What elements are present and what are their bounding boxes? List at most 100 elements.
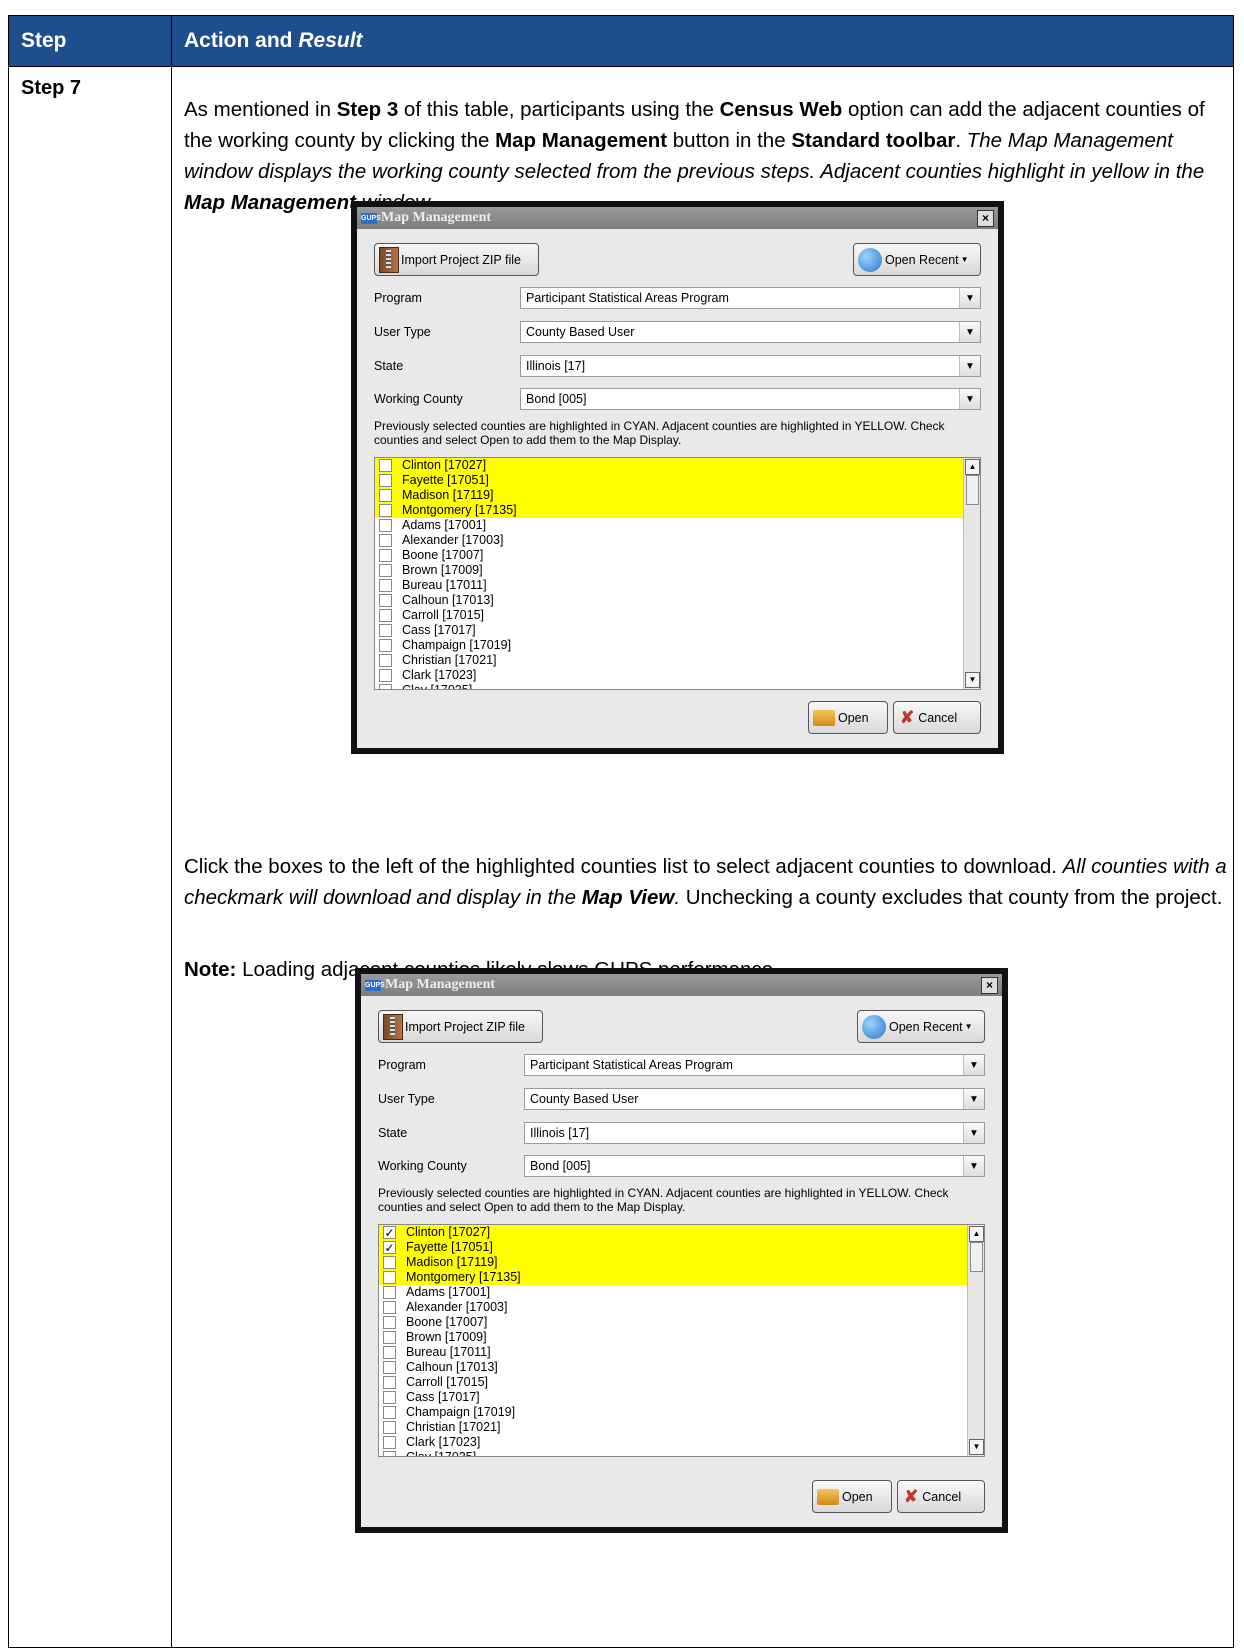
- county-checkbox[interactable]: [379, 489, 392, 502]
- county-checkbox[interactable]: [383, 1376, 396, 1389]
- cancel-button[interactable]: ✘ Cancel: [893, 701, 981, 734]
- county-checkbox[interactable]: [379, 639, 392, 652]
- county-list-item[interactable]: Carroll [17015]: [375, 608, 980, 623]
- county-list-item[interactable]: Adams [17001]: [375, 518, 980, 533]
- import-zip-button[interactable]: Import Project ZIP file: [374, 243, 539, 276]
- county-list-item[interactable]: Fayette [17051]: [375, 473, 980, 488]
- scroll-up-icon[interactable]: ▲: [969, 1226, 984, 1242]
- county-name: Adams [17001]: [402, 518, 487, 532]
- cancel-button[interactable]: ✘ Cancel: [897, 1480, 985, 1513]
- county-list-item[interactable]: Clay [17025]: [375, 683, 980, 689]
- county-list[interactable]: ✓ Clinton [17027] ✓ Fayette [17051] Madison …: [378, 1224, 985, 1457]
- program-select[interactable]: Participant Statistical Areas Program ▼: [524, 1054, 985, 1076]
- vertical-scrollbar[interactable]: ▲ ▼: [967, 1225, 984, 1456]
- county-name: Clay [17025]: [406, 1450, 477, 1457]
- county-list-item[interactable]: Clinton [17027]: [375, 458, 980, 473]
- open-recent-button[interactable]: Open Recent ▼: [857, 1010, 985, 1043]
- county-list-item[interactable]: Alexander [17003]: [379, 1300, 984, 1315]
- county-checkbox[interactable]: [379, 669, 392, 682]
- county-name: Christian [17021]: [406, 1420, 501, 1434]
- working-county-select[interactable]: Bond [005] ▼: [524, 1155, 985, 1177]
- user-type-row: User Type County Based User ▼: [378, 1088, 985, 1110]
- county-checkbox[interactable]: [379, 459, 392, 472]
- county-checkbox[interactable]: [383, 1361, 396, 1374]
- county-checkbox[interactable]: [383, 1331, 396, 1344]
- county-list-item[interactable]: Madison [17119]: [379, 1255, 984, 1270]
- map-management-dialog-screenshot-1: GUPS Map Management × Import Project ZIP…: [351, 201, 1004, 754]
- county-checkbox[interactable]: [379, 564, 392, 577]
- county-checkbox[interactable]: [379, 579, 392, 592]
- county-list-item[interactable]: Christian [17021]: [375, 653, 980, 668]
- open-button[interactable]: Open: [808, 701, 888, 734]
- county-list-item[interactable]: Calhoun [17013]: [375, 593, 980, 608]
- program-select[interactable]: Participant Statistical Areas Program ▼: [520, 287, 981, 309]
- county-checkbox[interactable]: [383, 1391, 396, 1404]
- scroll-up-icon[interactable]: ▲: [965, 459, 980, 475]
- county-list-item[interactable]: Champaign [17019]: [379, 1405, 984, 1420]
- county-list-item[interactable]: Madison [17119]: [375, 488, 980, 503]
- county-list-item[interactable]: ✓ Clinton [17027]: [379, 1225, 984, 1240]
- county-checkbox[interactable]: [383, 1256, 396, 1269]
- scroll-thumb[interactable]: [970, 1242, 983, 1272]
- county-list-item[interactable]: Clay [17025]: [379, 1450, 984, 1457]
- close-button[interactable]: ×: [977, 209, 994, 227]
- open-recent-button[interactable]: Open Recent ▼: [853, 243, 981, 276]
- close-button[interactable]: ×: [981, 976, 998, 994]
- county-list-item[interactable]: Montgomery [17135]: [379, 1270, 984, 1285]
- county-list-item[interactable]: Calhoun [17013]: [379, 1360, 984, 1375]
- scroll-down-icon[interactable]: ▼: [969, 1439, 984, 1455]
- county-list-item[interactable]: Montgomery [17135]: [375, 503, 980, 518]
- county-checkbox[interactable]: [379, 504, 392, 517]
- vertical-scrollbar[interactable]: ▲ ▼: [963, 458, 980, 689]
- county-checkbox[interactable]: [379, 594, 392, 607]
- county-list[interactable]: Clinton [17027] Fayette [17051] Madison [1…: [374, 457, 981, 690]
- county-list-item[interactable]: Carroll [17015]: [379, 1375, 984, 1390]
- county-list-item[interactable]: Boone [17007]: [379, 1315, 984, 1330]
- county-checkbox[interactable]: [379, 534, 392, 547]
- county-list-item[interactable]: Bureau [17011]: [379, 1345, 984, 1360]
- county-list-item[interactable]: Clark [17023]: [375, 668, 980, 683]
- county-checkbox[interactable]: [379, 609, 392, 622]
- county-name: Christian [17021]: [402, 653, 497, 667]
- county-checkbox[interactable]: [383, 1436, 396, 1449]
- county-checkbox[interactable]: [383, 1301, 396, 1314]
- scroll-down-icon[interactable]: ▼: [965, 672, 980, 688]
- county-checkbox[interactable]: [383, 1286, 396, 1299]
- county-list-item[interactable]: Alexander [17003]: [375, 533, 980, 548]
- county-checkbox[interactable]: [379, 624, 392, 637]
- county-checkbox[interactable]: [383, 1406, 396, 1419]
- county-checkbox[interactable]: [379, 654, 392, 667]
- county-checkbox[interactable]: [379, 684, 392, 689]
- county-checkbox[interactable]: [383, 1451, 396, 1456]
- county-list-item[interactable]: Bureau [17011]: [375, 578, 980, 593]
- working-county-select[interactable]: Bond [005] ▼: [520, 388, 981, 410]
- county-checkbox[interactable]: [383, 1271, 396, 1284]
- county-list-item[interactable]: Brown [17009]: [379, 1330, 984, 1345]
- state-select[interactable]: Illinois [17] ▼: [524, 1122, 985, 1144]
- county-checkbox[interactable]: [383, 1421, 396, 1434]
- county-list-item[interactable]: ✓ Fayette [17051]: [379, 1240, 984, 1255]
- county-name: Boone [17007]: [402, 548, 484, 562]
- import-zip-button[interactable]: Import Project ZIP file: [378, 1010, 543, 1043]
- scroll-thumb[interactable]: [966, 475, 979, 505]
- county-checkbox[interactable]: [379, 474, 392, 487]
- county-checkbox[interactable]: ✓: [383, 1226, 396, 1239]
- county-checkbox[interactable]: ✓: [383, 1241, 396, 1254]
- county-checkbox[interactable]: [383, 1316, 396, 1329]
- county-list-item[interactable]: Adams [17001]: [379, 1285, 984, 1300]
- county-checkbox[interactable]: [379, 519, 392, 532]
- user-type-select[interactable]: County Based User ▼: [520, 321, 981, 343]
- state-select[interactable]: Illinois [17] ▼: [520, 355, 981, 377]
- county-list-item[interactable]: Boone [17007]: [375, 548, 980, 563]
- chevron-down-icon: ▼: [959, 288, 980, 308]
- county-list-item[interactable]: Christian [17021]: [379, 1420, 984, 1435]
- county-list-item[interactable]: Clark [17023]: [379, 1435, 984, 1450]
- county-list-item[interactable]: Champaign [17019]: [375, 638, 980, 653]
- county-checkbox[interactable]: [383, 1346, 396, 1359]
- county-list-item[interactable]: Cass [17017]: [375, 623, 980, 638]
- user-type-select[interactable]: County Based User ▼: [524, 1088, 985, 1110]
- open-button[interactable]: Open: [812, 1480, 892, 1513]
- county-list-item[interactable]: Cass [17017]: [379, 1390, 984, 1405]
- county-list-item[interactable]: Brown [17009]: [375, 563, 980, 578]
- county-checkbox[interactable]: [379, 549, 392, 562]
